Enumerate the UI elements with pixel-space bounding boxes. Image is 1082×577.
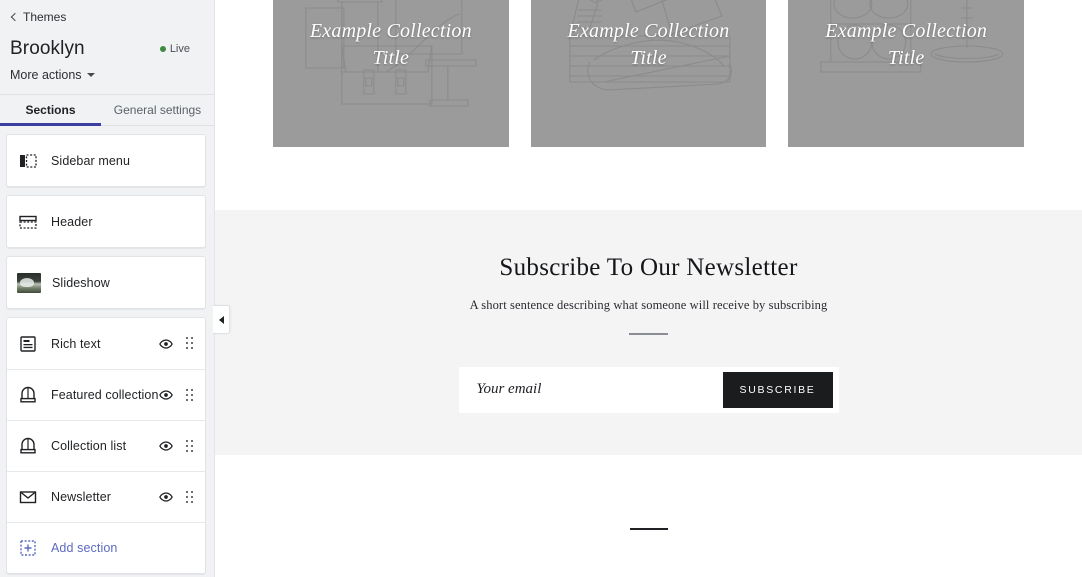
header-layout-icon <box>17 211 39 233</box>
rich-text-icon <box>17 333 39 355</box>
subscribe-button[interactable]: SUBSCRIBE <box>722 371 833 408</box>
section-label: Sidebar menu <box>51 153 131 168</box>
collection-card[interactable]: Example Collection Title <box>788 0 1025 147</box>
drag-handle-icon[interactable] <box>185 490 195 504</box>
add-section-label: Add section <box>51 541 118 555</box>
visibility-eye-icon[interactable] <box>159 337 173 351</box>
collection-card-title: Example Collection Title <box>825 19 988 69</box>
newsletter-heading: Subscribe To Our Newsletter <box>499 254 798 281</box>
section-row-actions <box>159 337 195 351</box>
visibility-eye-icon[interactable] <box>159 388 173 402</box>
more-actions-button[interactable]: More actions <box>10 68 95 82</box>
section-row-actions <box>159 439 195 453</box>
section-label: Newsletter <box>51 490 112 504</box>
sidebar-tabs: Sections General settings <box>0 94 214 126</box>
newsletter-divider <box>629 333 668 335</box>
back-to-themes-link[interactable]: Themes <box>10 8 66 26</box>
collection-list-row: Example Collection Title Example Collect… <box>215 0 1082 147</box>
status-label: Live <box>169 43 190 55</box>
collection-arch-icon <box>17 435 39 457</box>
collection-card[interactable]: Example Collection Title <box>530 0 767 147</box>
section-label: Featured collection <box>51 388 159 402</box>
section-group: Header <box>6 195 206 248</box>
theme-preview: Example Collection Title Example Collect… <box>214 0 1082 577</box>
sections-list: Sidebar menu Header Slideshow Rich text … <box>0 126 214 577</box>
slideshow-thumbnail <box>17 272 41 293</box>
visibility-eye-icon[interactable] <box>159 490 173 504</box>
add-section-icon <box>17 537 39 559</box>
section-group: Sidebar menu <box>6 134 206 187</box>
section-row-actions <box>159 490 195 504</box>
newsletter-subheading: A short sentence describing what someone… <box>469 298 828 312</box>
section-row-featured-collection[interactable]: Featured collection <box>7 369 205 420</box>
section-row-actions <box>159 388 195 402</box>
sections-sidebar: Themes Brooklyn Live More actions Sectio… <box>0 0 214 577</box>
theme-name: Brooklyn <box>10 38 85 59</box>
section-group: Slideshow <box>6 256 206 309</box>
collection-card[interactable]: Example Collection Title <box>273 0 509 147</box>
status-badge: Live <box>159 43 190 55</box>
section-label: Collection list <box>51 439 127 453</box>
drag-handle-icon[interactable] <box>185 337 195 351</box>
section-group: Rich text Featured collection Collection… <box>6 317 206 574</box>
section-label: Slideshow <box>52 275 110 290</box>
sidebar-header: Themes Brooklyn Live More actions <box>0 0 214 82</box>
visibility-eye-icon[interactable] <box>159 439 173 453</box>
add-section-button[interactable]: Add section <box>7 522 205 573</box>
drag-handle-icon[interactable] <box>185 439 195 453</box>
section-row-newsletter[interactable]: Newsletter <box>7 471 205 522</box>
section-row-collection-list[interactable]: Collection list <box>7 420 205 471</box>
theme-editor-app: Themes Brooklyn Live More actions Sectio… <box>0 0 1082 577</box>
more-actions-label: More actions <box>10 68 82 82</box>
section-row-slideshow[interactable]: Slideshow <box>7 257 205 308</box>
tab-sections-label: Sections <box>25 103 76 117</box>
collection-arch-icon <box>17 384 39 406</box>
newsletter-section: Subscribe To Our Newsletter A short sent… <box>215 210 1082 455</box>
section-label: Rich text <box>51 336 101 351</box>
chevron-left-icon <box>10 13 18 21</box>
tab-sections[interactable]: Sections <box>0 95 101 126</box>
drag-handle-icon[interactable] <box>185 388 195 402</box>
tab-general-settings[interactable]: General settings <box>101 95 214 125</box>
status-dot-icon <box>159 46 166 52</box>
tab-general-settings-label: General settings <box>113 103 202 117</box>
section-row-sidebar-menu[interactable]: Sidebar menu <box>7 135 205 186</box>
theme-title-row: Brooklyn Live <box>10 38 202 60</box>
collapse-sidebar-button[interactable] <box>213 305 230 334</box>
email-input[interactable] <box>476 371 723 408</box>
envelope-icon <box>17 486 39 508</box>
sidebar-menu-icon <box>17 150 39 172</box>
chevron-left-icon <box>218 315 224 324</box>
collection-card-title: Example Collection Title <box>309 19 472 69</box>
collection-card-title: Example Collection Title <box>567 19 730 69</box>
newsletter-form: SUBSCRIBE <box>458 366 839 413</box>
chevron-down-icon <box>86 73 95 77</box>
section-label: Header <box>51 214 93 229</box>
back-to-themes-label: Themes <box>23 10 67 24</box>
section-row-header[interactable]: Header <box>7 196 205 247</box>
section-row-rich-text[interactable]: Rich text <box>7 318 205 369</box>
footer-divider <box>629 528 668 530</box>
